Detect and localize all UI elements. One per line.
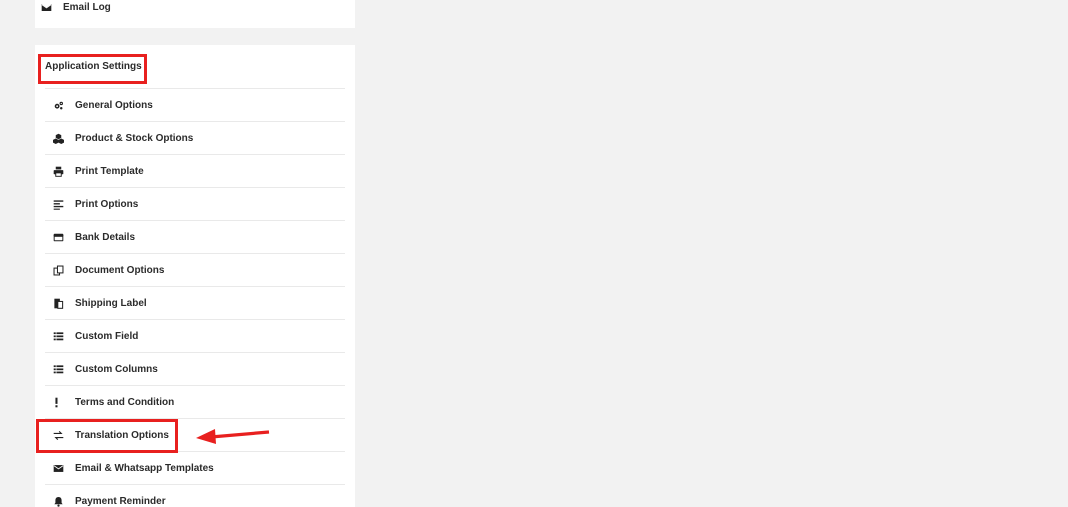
sidebar-item-product-stock-options[interactable]: Product & Stock Options: [45, 121, 345, 154]
sidebar-item-label: Email & Whatsapp Templates: [75, 462, 214, 474]
align-left-icon: [52, 198, 64, 210]
sidebar-item-label: Bank Details: [75, 231, 136, 243]
copy-icon: [52, 264, 64, 276]
sidebar-item-label: Terms and Condition: [75, 396, 175, 408]
gears-icon: [52, 99, 64, 111]
sidebar-item-label: Print Options: [75, 198, 139, 210]
exclamation-icon: [52, 396, 64, 408]
highlight-box-translation-options: [36, 419, 178, 453]
sidebar-item-shipping-label[interactable]: Shipping Label: [45, 286, 345, 319]
sidebar-item-custom-columns[interactable]: Custom Columns: [45, 352, 345, 385]
sidebar-item-label: Payment Reminder: [75, 495, 166, 507]
sidebar-item-label: Custom Field: [75, 330, 139, 342]
sidebar-item-print-template[interactable]: Print Template: [45, 154, 345, 187]
sidebar-item-email-log[interactable]: Email Log: [35, 0, 355, 14]
printer-icon: [52, 165, 64, 177]
cubes-icon: [52, 132, 64, 144]
page: Email Log Application Settings General O…: [0, 0, 1068, 507]
list-icon: [52, 330, 64, 342]
sidebar-item-bank-details[interactable]: Bank Details: [45, 220, 345, 253]
envelope-icon: [40, 1, 52, 13]
bell-icon: [52, 495, 64, 507]
sidebar-item-print-options[interactable]: Print Options: [45, 187, 345, 220]
sidebar-item-label: Product & Stock Options: [75, 132, 194, 144]
sidebar-item-label: Custom Columns: [75, 363, 158, 375]
annotation-arrow-icon: [196, 429, 270, 444]
sidebar-item-label: Print Template: [75, 165, 144, 177]
sidebar-item-general-options[interactable]: General Options: [45, 88, 345, 121]
envelope-icon: [52, 462, 64, 474]
credit-card-icon: [52, 231, 64, 243]
clipboard-icon: [52, 297, 64, 309]
sidebar-item-custom-field[interactable]: Custom Field: [45, 319, 345, 352]
sidebar-item-terms-and-condition[interactable]: Terms and Condition: [45, 385, 345, 418]
sidebar-item-label: Shipping Label: [75, 297, 147, 309]
sidebar-item-label: Email Log: [63, 1, 111, 13]
email-log-card: Email Log: [35, 0, 355, 28]
sidebar-item-label: Document Options: [75, 264, 165, 276]
sidebar-item-document-options[interactable]: Document Options: [45, 253, 345, 286]
sidebar-item-email-whatsapp-templates[interactable]: Email & Whatsapp Templates: [45, 451, 345, 484]
sidebar-item-payment-reminder[interactable]: Payment Reminder: [45, 484, 345, 507]
list-icon: [52, 363, 64, 375]
highlight-box-application-settings: [38, 54, 147, 84]
sidebar-item-label: General Options: [75, 99, 153, 111]
